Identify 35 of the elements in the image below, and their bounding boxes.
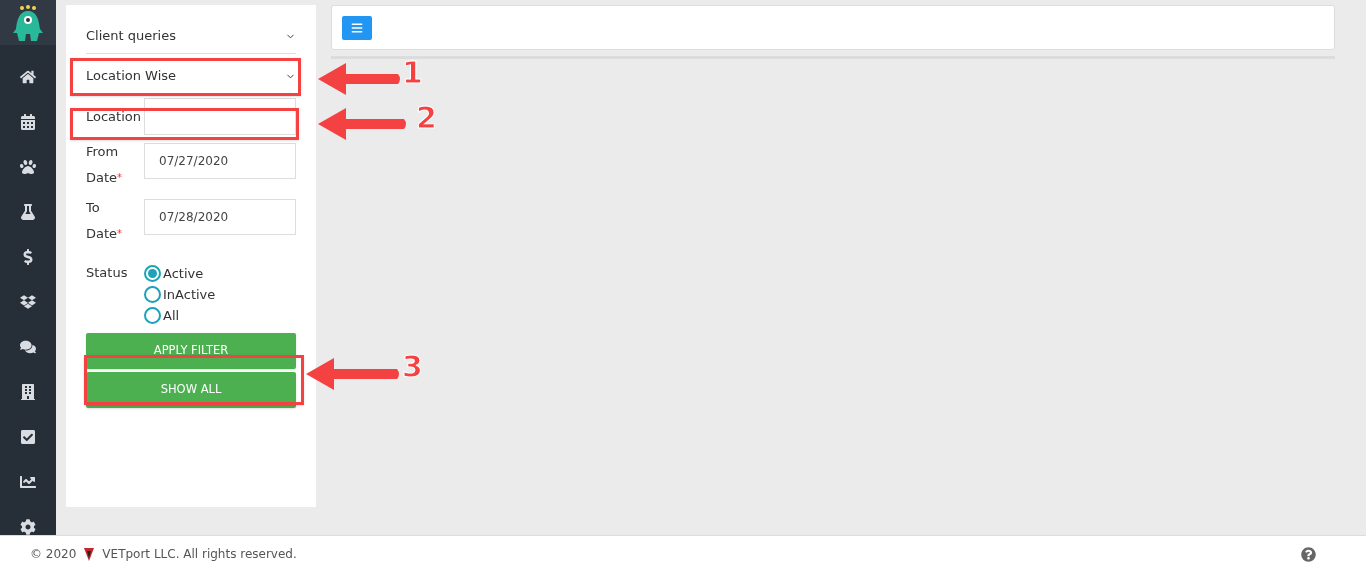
- field-label: Status: [86, 264, 129, 282]
- status-radio[interactable]: Active: [144, 263, 216, 284]
- menu-icon: [351, 21, 363, 34]
- building-icon[interactable]: [20, 384, 36, 400]
- paw-icon[interactable]: [20, 159, 36, 175]
- gear-icon[interactable]: [20, 519, 36, 535]
- arrow-icon: [318, 107, 408, 141]
- location-field[interactable]: [144, 98, 296, 135]
- status-radio[interactable]: InActive: [144, 284, 216, 305]
- chart-icon[interactable]: [20, 474, 36, 490]
- boxes-icon[interactable]: [20, 294, 36, 310]
- arrow-icon: [318, 62, 402, 96]
- status-radio[interactable]: All: [144, 305, 216, 326]
- date-field[interactable]: 07/27/2020: [144, 143, 296, 179]
- home-icon[interactable]: [20, 69, 36, 85]
- v-logo-icon: [84, 547, 95, 561]
- field-label: From Date*: [86, 143, 124, 187]
- grouping-dropdown[interactable]: Location Wise: [86, 54, 296, 98]
- monster-logo-icon: [13, 4, 43, 41]
- menu-button[interactable]: [342, 15, 372, 40]
- field-label: To Date*: [86, 199, 124, 243]
- query-type-dropdown[interactable]: Client queries: [86, 19, 296, 54]
- step-number: 2: [416, 103, 437, 133]
- help-icon[interactable]: [1301, 546, 1316, 562]
- field-label: Location: [86, 107, 142, 126]
- flask-icon[interactable]: [20, 204, 36, 220]
- copyright-text: © 2020: [30, 546, 77, 563]
- date-field[interactable]: 07/28/2020: [144, 199, 296, 235]
- arrow-icon: [306, 357, 401, 391]
- company-text: VETport LLC. All rights reserved.: [102, 546, 297, 563]
- calendar-icon[interactable]: [20, 114, 36, 130]
- step-number: 1: [402, 58, 423, 88]
- step-number: 3: [402, 352, 423, 382]
- checkbox-icon[interactable]: [20, 429, 36, 445]
- chat-icon[interactable]: [20, 339, 36, 355]
